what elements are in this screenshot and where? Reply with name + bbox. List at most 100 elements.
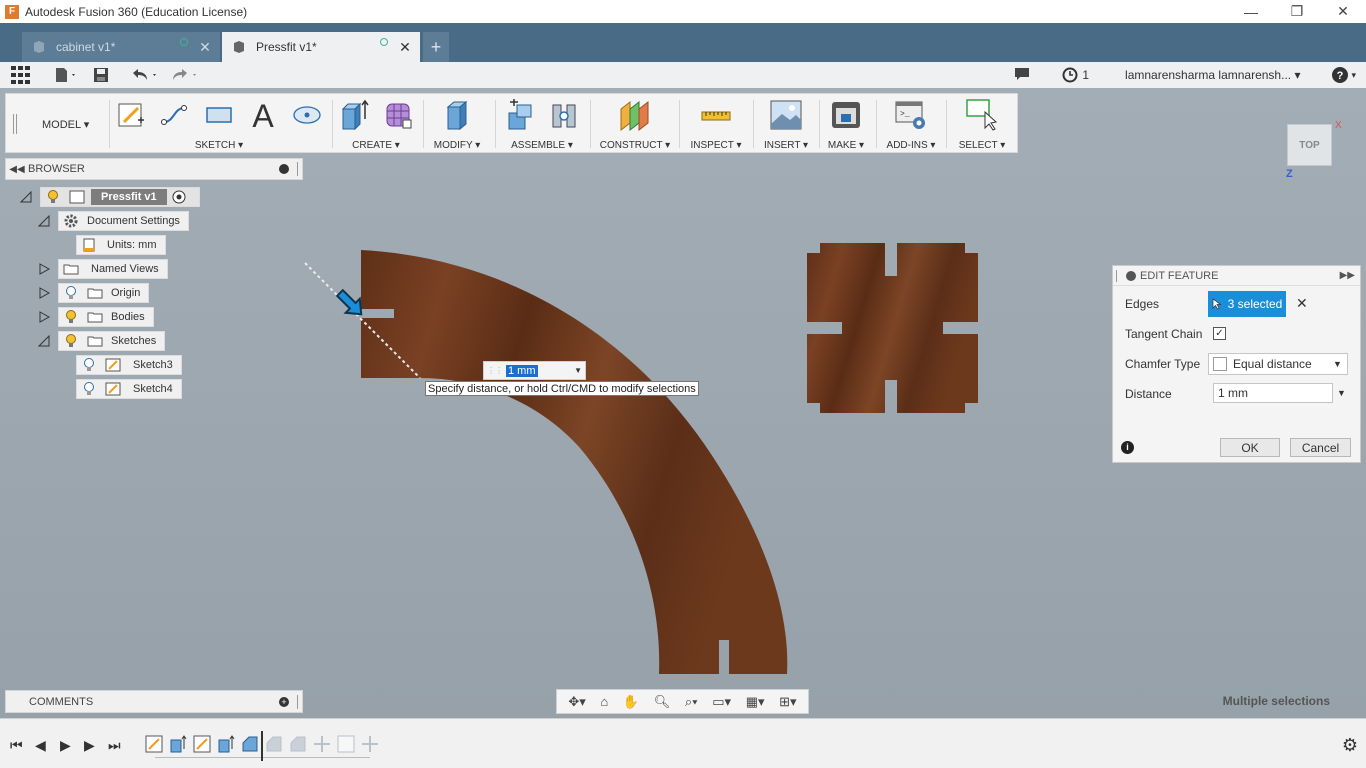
dialog-collapse-icon[interactable] [1126, 270, 1136, 281]
tab-close-icon[interactable]: ✕ [198, 39, 212, 56]
step-forward-icon[interactable]: ▶ [84, 737, 95, 754]
help-icon[interactable]: ? ▾ [1332, 67, 1356, 83]
undo-icon[interactable] [130, 63, 162, 87]
sketch-feature-icon[interactable] [193, 735, 211, 753]
tree-units[interactable]: Units: mm [76, 235, 166, 255]
make-menu[interactable]: MAKE ▾ [821, 140, 871, 151]
user-menu[interactable]: lamnarensharma lamnarensh... ▾ [1125, 68, 1300, 82]
app-grid-icon[interactable] [10, 63, 32, 87]
tab-cabinet[interactable]: cabinet v1* ✕ [22, 32, 220, 62]
extrude-feature-icon[interactable] [169, 735, 187, 753]
dialog-grip[interactable] [1116, 269, 1120, 282]
insert-menu[interactable]: INSERT ▾ [756, 140, 816, 151]
move-feature-icon[interactable] [313, 735, 331, 753]
pan-hand-icon[interactable]: ✋ [623, 694, 639, 710]
visibility-bulb-icon[interactable] [59, 308, 83, 326]
curved-wood-part[interactable] [361, 250, 788, 674]
chamfer-feature-icon[interactable] [241, 735, 259, 753]
fit-icon[interactable]: ⌕▾ [685, 694, 698, 710]
browser-minimize-icon[interactable] [279, 164, 289, 174]
chevron-down-icon[interactable]: ▼ [574, 366, 582, 375]
canvas-distance-input[interactable]: ⋮⋮ 1 mm ▼ [483, 361, 586, 380]
grid-settings-icon[interactable]: ▦▾ [746, 694, 765, 710]
collapsed-triangle-icon[interactable] [38, 263, 50, 275]
suppressed-feature-icon[interactable] [265, 735, 283, 753]
assemble-menu[interactable]: ASSEMBLE ▾ [498, 140, 586, 151]
tree-sketch4[interactable]: Sketch4 [76, 379, 182, 399]
select-menu[interactable]: SELECT ▾ [949, 140, 1015, 151]
toolbar-grip[interactable] [13, 114, 17, 134]
offset-plane-icon[interactable] [618, 98, 652, 132]
timeline-settings-gear-icon[interactable]: ⚙ [1342, 735, 1358, 756]
tangent-chain-checkbox[interactable]: ✓ [1213, 327, 1226, 340]
create-menu[interactable]: CREATE ▾ [336, 140, 416, 151]
comments-panel-header[interactable]: COMMENTS + [5, 690, 303, 713]
close-button[interactable]: ✕ [1320, 0, 1366, 23]
inspect-menu[interactable]: INSPECT ▾ [681, 140, 751, 151]
move-feature-icon[interactable] [361, 735, 379, 753]
joint-icon[interactable] [547, 98, 581, 132]
info-icon[interactable]: i [1121, 441, 1134, 454]
tree-named-views[interactable]: Named Views [38, 259, 168, 279]
extrude-icon[interactable] [337, 98, 371, 132]
expanded-triangle-icon[interactable] [38, 335, 50, 347]
expanded-triangle-icon[interactable] [38, 215, 50, 227]
zoom-icon[interactable]: 🔍︎ [654, 694, 671, 710]
comments-icon[interactable] [1014, 67, 1030, 84]
input-grip-icon[interactable]: ⋮⋮ [484, 366, 506, 375]
expand-dialog-icon[interactable]: ▶▶ [1340, 270, 1355, 281]
browser-grip[interactable] [297, 162, 300, 176]
distance-input[interactable]: 1 mm [1213, 383, 1333, 403]
dialog-header[interactable]: EDIT FEATURE ▶▶ [1113, 266, 1360, 286]
tree-sketches[interactable]: Sketches [38, 331, 166, 351]
ok-button[interactable]: OK [1220, 438, 1280, 457]
look-at-icon[interactable]: ⌂ [600, 694, 608, 709]
comments-grip[interactable] [297, 694, 300, 709]
viewcube[interactable]: TOP [1287, 124, 1332, 166]
point-icon[interactable] [290, 98, 324, 132]
minimize-button[interactable]: — [1228, 0, 1274, 23]
collapse-browser-icon[interactable]: ◀◀ [6, 164, 28, 175]
new-component-icon[interactable] [503, 98, 537, 132]
visibility-bulb-icon[interactable] [59, 332, 83, 350]
line-icon[interactable] [158, 98, 192, 132]
scripts-icon[interactable]: >_ [894, 98, 928, 132]
visibility-bulb-off-icon[interactable] [59, 284, 83, 302]
new-tab-button[interactable]: + [423, 32, 449, 62]
sketch-menu[interactable]: SKETCH ▾ [114, 140, 324, 151]
redo-icon[interactable] [170, 63, 202, 87]
text-icon[interactable]: A [246, 98, 280, 132]
collapsed-triangle-icon[interactable] [38, 287, 50, 299]
viewports-icon[interactable]: ⊞▾ [779, 694, 796, 710]
visibility-bulb-icon[interactable] [41, 188, 65, 206]
tree-root[interactable]: Pressfit v1 [20, 187, 200, 207]
tree-document-settings[interactable]: Document Settings [38, 211, 189, 231]
construct-menu[interactable]: CONSTRUCT ▾ [593, 140, 677, 151]
modify-menu[interactable]: MODIFY ▾ [426, 140, 488, 151]
cancel-button[interactable]: Cancel [1290, 438, 1351, 457]
rectangle-icon[interactable] [202, 98, 236, 132]
tree-sketch3[interactable]: Sketch3 [76, 355, 182, 375]
visibility-bulb-off-icon[interactable] [77, 380, 101, 398]
chevron-down-icon[interactable]: ▼ [1337, 388, 1346, 398]
clear-selection-icon[interactable]: ✕ [1296, 295, 1308, 312]
chamfer-type-select[interactable]: Equal distance ▼ [1208, 353, 1348, 375]
edges-selection-button[interactable]: 3 selected [1208, 291, 1286, 317]
add-ins-menu[interactable]: ADD-INS ▾ [879, 140, 943, 151]
display-settings-icon[interactable]: ▭▾ [712, 694, 731, 710]
sketch-feature-icon[interactable] [145, 735, 163, 753]
press-pull-icon[interactable] [440, 98, 474, 132]
cross-wood-part[interactable] [807, 243, 978, 413]
extrude-feature-icon[interactable] [217, 735, 235, 753]
save-icon[interactable] [90, 63, 112, 87]
file-menu-icon[interactable] [52, 63, 80, 87]
step-back-icon[interactable]: ◀ [35, 737, 46, 754]
collapsed-triangle-icon[interactable] [38, 311, 50, 323]
play-icon[interactable]: ▶ [60, 737, 71, 754]
timeline-marker[interactable] [261, 731, 263, 761]
browser-panel-header[interactable]: ◀◀ BROWSER [5, 158, 303, 180]
3d-print-icon[interactable] [829, 98, 863, 132]
restore-button[interactable]: ❐ [1274, 0, 1320, 23]
sketch-feature-icon[interactable] [337, 735, 355, 753]
create-sketch-icon[interactable] [114, 98, 148, 132]
